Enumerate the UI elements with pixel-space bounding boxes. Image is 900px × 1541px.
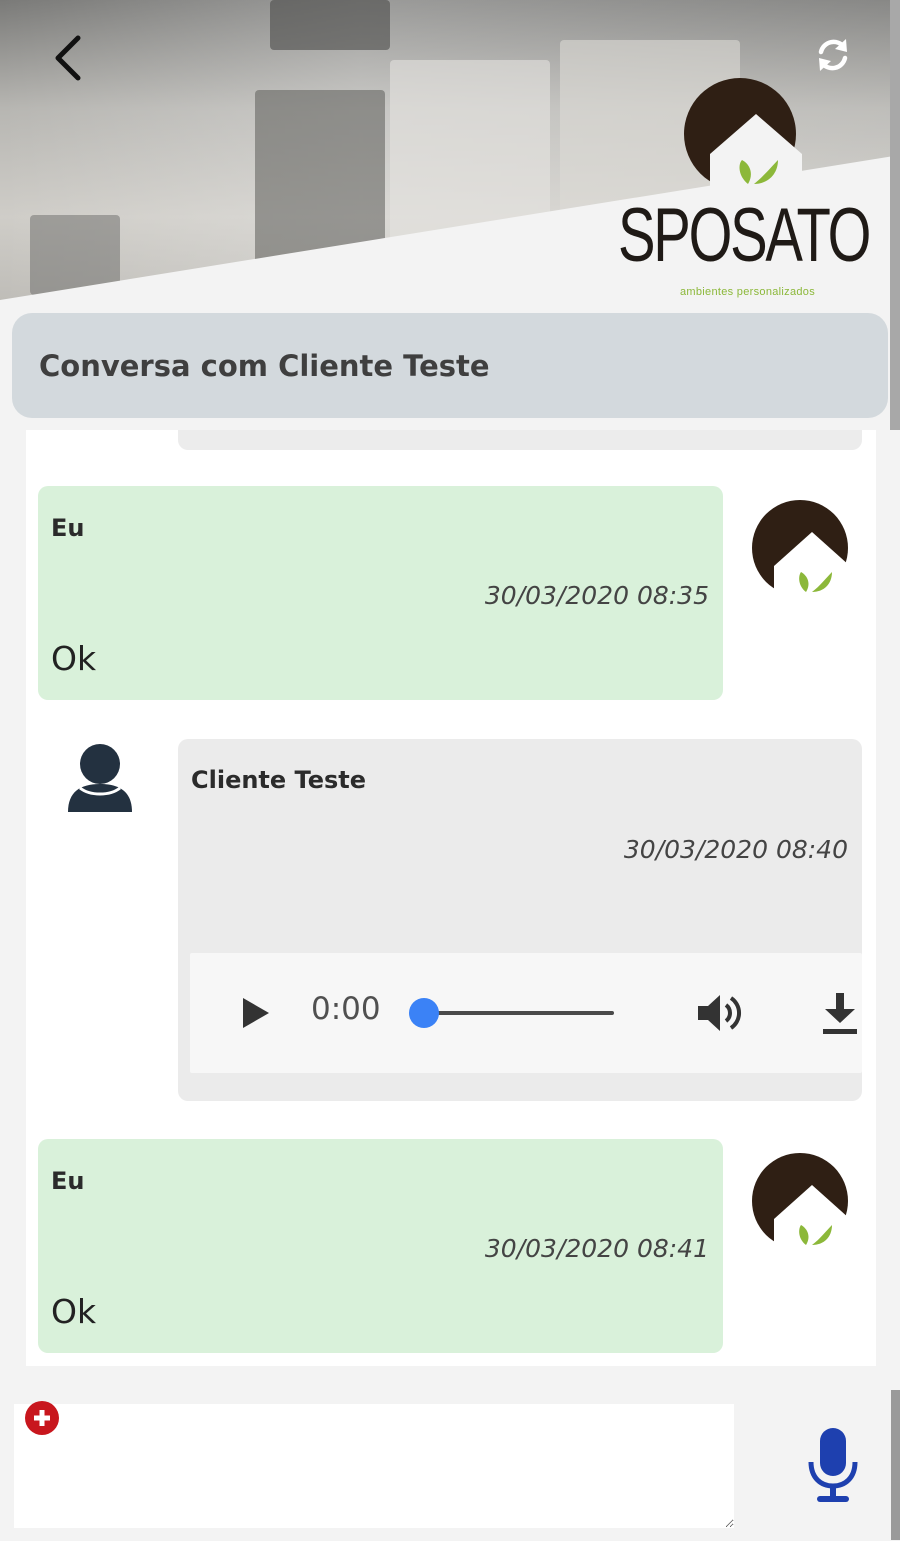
logo-tagline: ambientes personalizados [680,286,815,298]
volume-button[interactable] [694,987,746,1039]
message-input-box [14,1404,734,1528]
audio-seek-handle[interactable] [409,998,439,1028]
conversation-title: Conversa com Cliente Teste [39,348,490,383]
play-icon [243,998,269,1028]
message-text: Ok [51,1292,97,1331]
scrollbar[interactable] [891,1390,900,1540]
brand-logo: SPOSATO ambientes personalizados [618,74,871,304]
audio-seek-bar[interactable] [409,998,614,1028]
logo-house-mark [752,500,850,600]
avatar [752,1153,852,1253]
volume-icon [698,995,741,1031]
play-button[interactable] [232,989,280,1037]
header: SPOSATO ambientes personalizados [0,0,900,310]
previous-message-bubble [178,430,862,450]
message-input[interactable] [14,1404,734,1528]
logo-house-mark [752,1153,850,1253]
refresh-icon [818,39,848,71]
avatar [62,740,138,816]
message-bubble-other: Cliente Teste 30/03/2020 08:40 0:00 [178,739,862,1101]
message-text: Ok [51,639,97,678]
back-button[interactable] [40,30,96,86]
message-author: Eu [51,514,85,542]
attach-button[interactable] [25,1401,59,1435]
logo-wordmark: SPOSATO [618,193,871,278]
avatar [752,500,852,600]
message-bubble-mine: Eu 30/03/2020 08:41 Ok [38,1139,723,1353]
plus-circle-icon [34,1410,50,1426]
download-button[interactable] [818,989,862,1037]
record-audio-button[interactable] [800,1424,866,1508]
audio-player: 0:00 [190,953,862,1073]
logo-house-mark [684,78,802,196]
message-author: Eu [51,1167,85,1195]
user-icon [68,744,132,812]
message-list[interactable]: Eu 30/03/2020 08:35 Ok Cliente Teste 30/… [26,430,876,1366]
message-timestamp: 30/03/2020 08:35 [484,581,709,610]
download-icon [823,993,857,1034]
message-bubble-mine: Eu 30/03/2020 08:35 Ok [38,486,723,700]
microphone-icon [808,1428,858,1502]
message-author: Cliente Teste [191,766,367,794]
scrollbar[interactable] [890,0,900,430]
chevron-left-icon [55,35,81,81]
conversation-title-bar: Conversa com Cliente Teste [12,313,888,418]
message-timestamp: 30/03/2020 08:41 [484,1234,709,1263]
audio-current-time: 0:00 [311,991,381,1027]
message-timestamp: 30/03/2020 08:40 [623,835,848,864]
